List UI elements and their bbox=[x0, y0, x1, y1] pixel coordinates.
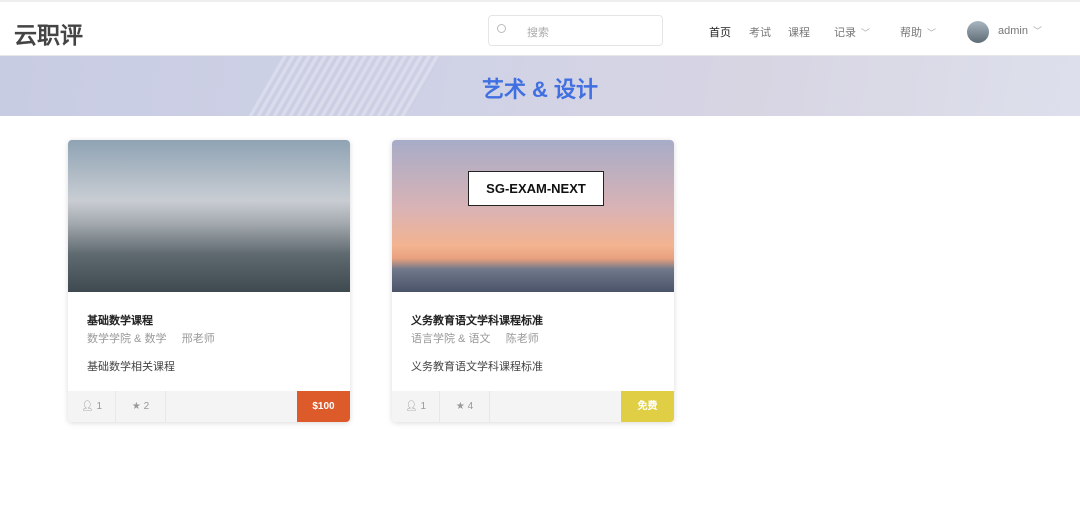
nav-records-label: 记录 bbox=[834, 27, 856, 39]
username: admin bbox=[998, 25, 1028, 37]
course-teacher: 陈老师 bbox=[505, 333, 539, 345]
course-title[interactable]: 义务教育语文学科课程标准 bbox=[411, 312, 543, 328]
stars-value: 4 bbox=[467, 401, 474, 412]
students-value: 1 bbox=[420, 401, 427, 412]
nav-help[interactable]: 帮助 ﹀ bbox=[900, 24, 936, 40]
user-icon: 👤︎ bbox=[404, 401, 418, 412]
course-meta: 语言学院 & 语文 陈老师 bbox=[411, 330, 539, 346]
search-input[interactable]: 搜索 bbox=[488, 15, 663, 46]
course-card[interactable]: SG-EXAM-NEXT 义务教育语文学科课程标准 语言学院 & 语文 陈老师 … bbox=[392, 140, 674, 422]
user-icon: 👤︎ bbox=[80, 401, 94, 412]
course-teacher: 邢老师 bbox=[181, 333, 215, 345]
price-badge: 免费 bbox=[621, 391, 674, 422]
course-category: 数学学院 & 数学 bbox=[87, 333, 167, 345]
course-card[interactable]: 基础数学课程 数学学院 & 数学 邢老师 基础数学相关课程 👤︎ 1 ★ 2 $… bbox=[68, 140, 350, 422]
students-value: 1 bbox=[96, 401, 103, 412]
search-placeholder: 搜索 bbox=[527, 27, 549, 39]
course-category: 语言学院 & 语文 bbox=[411, 333, 491, 345]
card-footer: 👤︎ 1 ★ 2 $100 bbox=[68, 391, 350, 422]
star-icon: ★ bbox=[455, 401, 465, 412]
search-icon bbox=[497, 24, 506, 33]
stars-value: 2 bbox=[143, 401, 150, 412]
course-description: 义务教育语文学科课程标准 bbox=[411, 361, 543, 373]
nav-records[interactable]: 记录 ﹀ bbox=[834, 24, 870, 40]
star-icon: ★ bbox=[131, 401, 141, 412]
nav-course[interactable]: 课程 bbox=[788, 24, 810, 40]
avatar[interactable] bbox=[967, 21, 989, 43]
category-title: 艺术 & 设计 bbox=[481, 77, 599, 102]
course-image: SG-EXAM-NEXT bbox=[392, 140, 674, 292]
user-menu[interactable]: admin ﹀ bbox=[998, 24, 1042, 37]
card-footer: 👤︎ 1 ★ 4 免费 bbox=[392, 391, 674, 422]
nav-exam[interactable]: 考试 bbox=[749, 24, 771, 40]
students-count: 👤︎ 1 bbox=[68, 391, 116, 422]
nav-help-label: 帮助 bbox=[900, 27, 922, 39]
stars-count: ★ 4 bbox=[440, 391, 490, 422]
price-badge: $100 bbox=[297, 391, 350, 422]
chevron-down-icon: ﹀ bbox=[1032, 26, 1042, 36]
category-banner: 艺术 & 设计 bbox=[0, 56, 1080, 116]
course-image bbox=[68, 140, 350, 292]
course-title[interactable]: 基础数学课程 bbox=[87, 312, 153, 328]
students-count: 👤︎ 1 bbox=[392, 391, 440, 422]
header: 云职评 搜索 首页 考试 课程 记录 ﹀ 帮助 ﹀ admin ﹀ bbox=[0, 2, 1080, 56]
stars-count: ★ 2 bbox=[116, 391, 166, 422]
image-tag: SG-EXAM-NEXT bbox=[468, 171, 604, 206]
chevron-down-icon: ﹀ bbox=[861, 28, 871, 38]
nav-home[interactable]: 首页 bbox=[709, 24, 731, 40]
course-meta: 数学学院 & 数学 邢老师 bbox=[87, 330, 215, 346]
course-description: 基础数学相关课程 bbox=[87, 361, 175, 373]
chevron-down-icon: ﹀ bbox=[927, 28, 937, 38]
logo[interactable]: 云职评 bbox=[14, 16, 83, 50]
